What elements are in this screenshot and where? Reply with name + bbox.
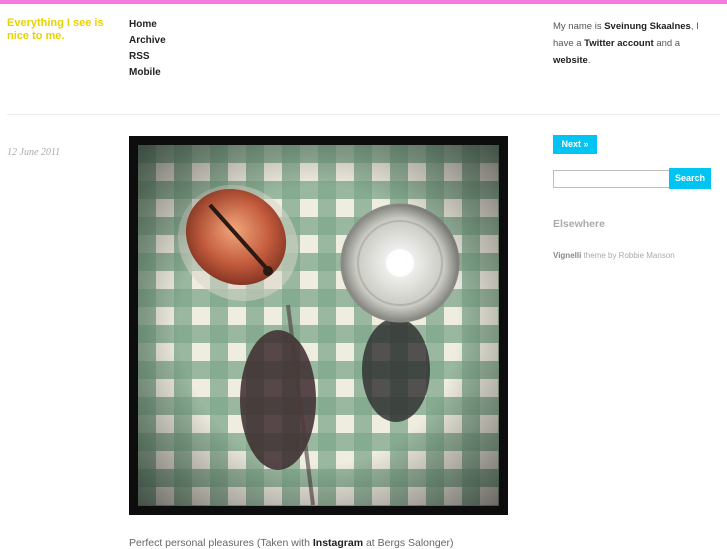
credit-text: theme by Robbie Manson	[583, 251, 675, 260]
nav-rss[interactable]: RSS	[129, 49, 166, 65]
photo-image	[138, 145, 499, 506]
next-button[interactable]: Next »	[553, 135, 597, 154]
elsewhere-heading: Elsewhere	[553, 218, 605, 230]
nav-archive[interactable]: Archive	[129, 33, 166, 49]
nav-home[interactable]: Home	[129, 17, 166, 33]
author-name-link[interactable]: Sveinung Skaalnes	[604, 21, 691, 32]
theme-link[interactable]: Vignelli	[553, 251, 581, 260]
twitter-link[interactable]: Twitter account	[584, 38, 654, 49]
main-nav: Home Archive RSS Mobile	[129, 17, 166, 81]
post-date: 12 June 2011	[7, 147, 61, 158]
header-divider	[7, 114, 720, 115]
search-button[interactable]: Search	[669, 168, 711, 189]
post-photo[interactable]	[129, 136, 508, 515]
bio-mid2: and a	[656, 38, 681, 49]
top-accent-bar	[0, 0, 727, 4]
bio-suffix: .	[587, 55, 591, 66]
blog-title[interactable]: Everything I see is nice to me.	[7, 17, 117, 43]
bio-prefix: My name is	[553, 21, 602, 32]
post-caption: Perfect personal pleasures (Taken with I…	[129, 537, 454, 549]
author-bio: My name is Sveinung Skaalnes, I have a T…	[553, 18, 718, 69]
nav-mobile[interactable]: Mobile	[129, 65, 166, 81]
search-input[interactable]	[553, 170, 670, 188]
caption-text: Perfect personal pleasures (Taken with	[129, 537, 310, 549]
website-link[interactable]: website	[553, 55, 588, 66]
theme-credit: Vignelli theme by Robbie Manson	[553, 251, 675, 260]
instagram-link[interactable]: Instagram	[313, 537, 363, 549]
caption-suffix: at Bergs Salonger)	[365, 537, 454, 549]
